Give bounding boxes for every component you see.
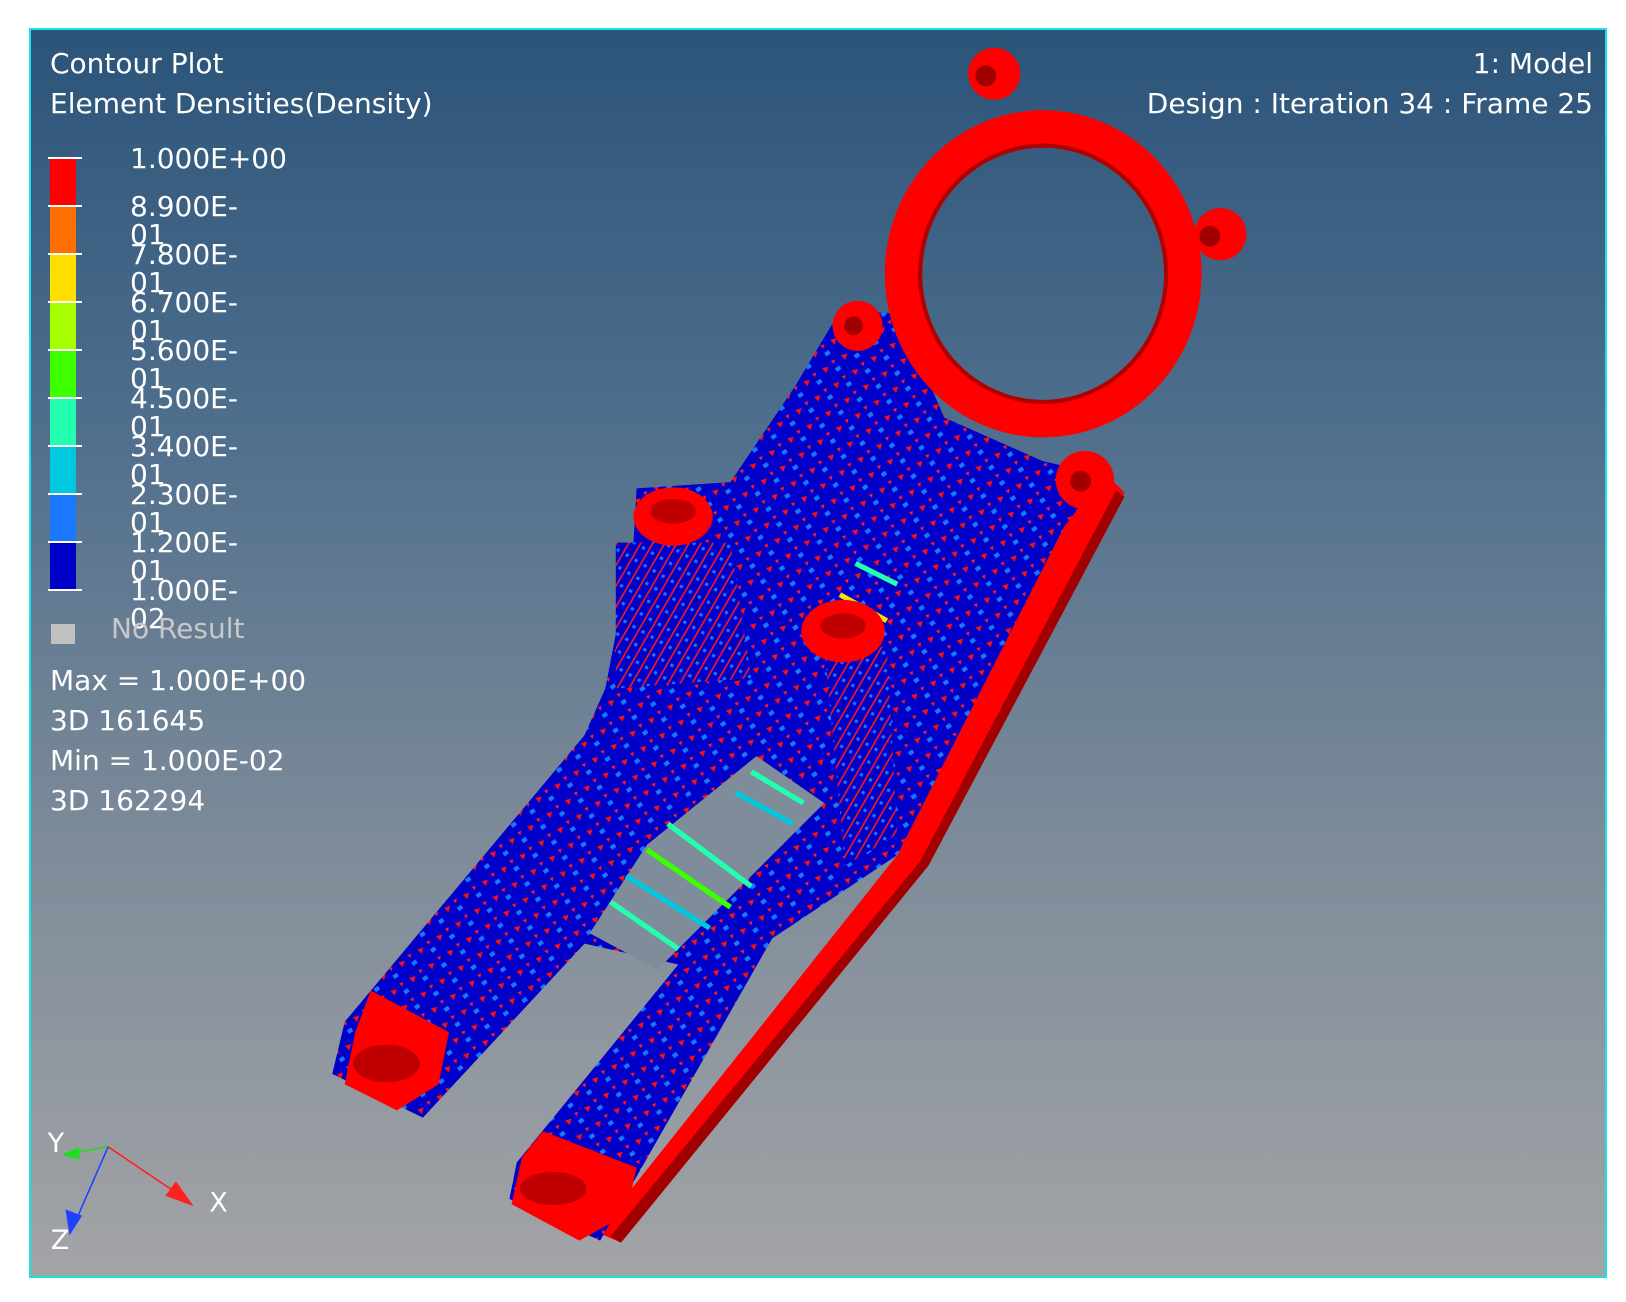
model-label: 1: Model bbox=[1472, 47, 1593, 80]
max-entity: 3D 161645 bbox=[50, 704, 206, 737]
graphics-viewport[interactable]: Y X Z Contour Plot Element Densities(Den… bbox=[29, 28, 1607, 1278]
axis-triad bbox=[61, 1146, 194, 1236]
legend-band bbox=[50, 542, 76, 590]
legend-tick bbox=[48, 493, 82, 495]
legend-tick bbox=[48, 589, 82, 591]
no-result-label: No Result bbox=[111, 612, 245, 645]
axis-z-label: Z bbox=[51, 1225, 70, 1256]
legend-tick bbox=[48, 397, 82, 399]
legend-tick bbox=[48, 445, 82, 447]
legend-band bbox=[50, 158, 76, 206]
legend-tick bbox=[48, 541, 82, 543]
max-value: Max = 1.000E+00 bbox=[50, 664, 307, 697]
legend-band bbox=[50, 398, 76, 446]
min-value: Min = 1.000E-02 bbox=[50, 744, 285, 777]
ring bbox=[884, 110, 1202, 438]
legend-tick bbox=[48, 205, 82, 207]
legend-level-label: 1.000E+00 bbox=[130, 142, 287, 175]
legend-tick bbox=[48, 301, 82, 303]
legend-band bbox=[50, 254, 76, 302]
no-result-swatch bbox=[51, 624, 75, 644]
color-legend[interactable]: 1.000E+00 8.900E-01 7.800E-01 6.700E-01 5.60… bbox=[48, 145, 287, 633]
legend-tick bbox=[48, 349, 82, 351]
legend-band bbox=[50, 302, 76, 350]
legend-title: Contour Plot bbox=[50, 47, 224, 80]
axis-x-label: X bbox=[209, 1187, 228, 1218]
axis-y-label: Y bbox=[47, 1128, 65, 1159]
legend-band bbox=[50, 494, 76, 542]
model-view[interactable]: Y X Z bbox=[31, 30, 1605, 1276]
legend-tick bbox=[48, 253, 82, 255]
legend-subtitle: Element Densities(Density) bbox=[50, 87, 433, 120]
legend-tick bbox=[48, 157, 82, 159]
legend-band bbox=[50, 446, 76, 494]
min-entity: 3D 162294 bbox=[50, 784, 206, 817]
design-iteration-label: Design : Iteration 34 : Frame 25 bbox=[1146, 87, 1593, 120]
legend-band bbox=[50, 350, 76, 398]
legend-band bbox=[50, 206, 76, 254]
